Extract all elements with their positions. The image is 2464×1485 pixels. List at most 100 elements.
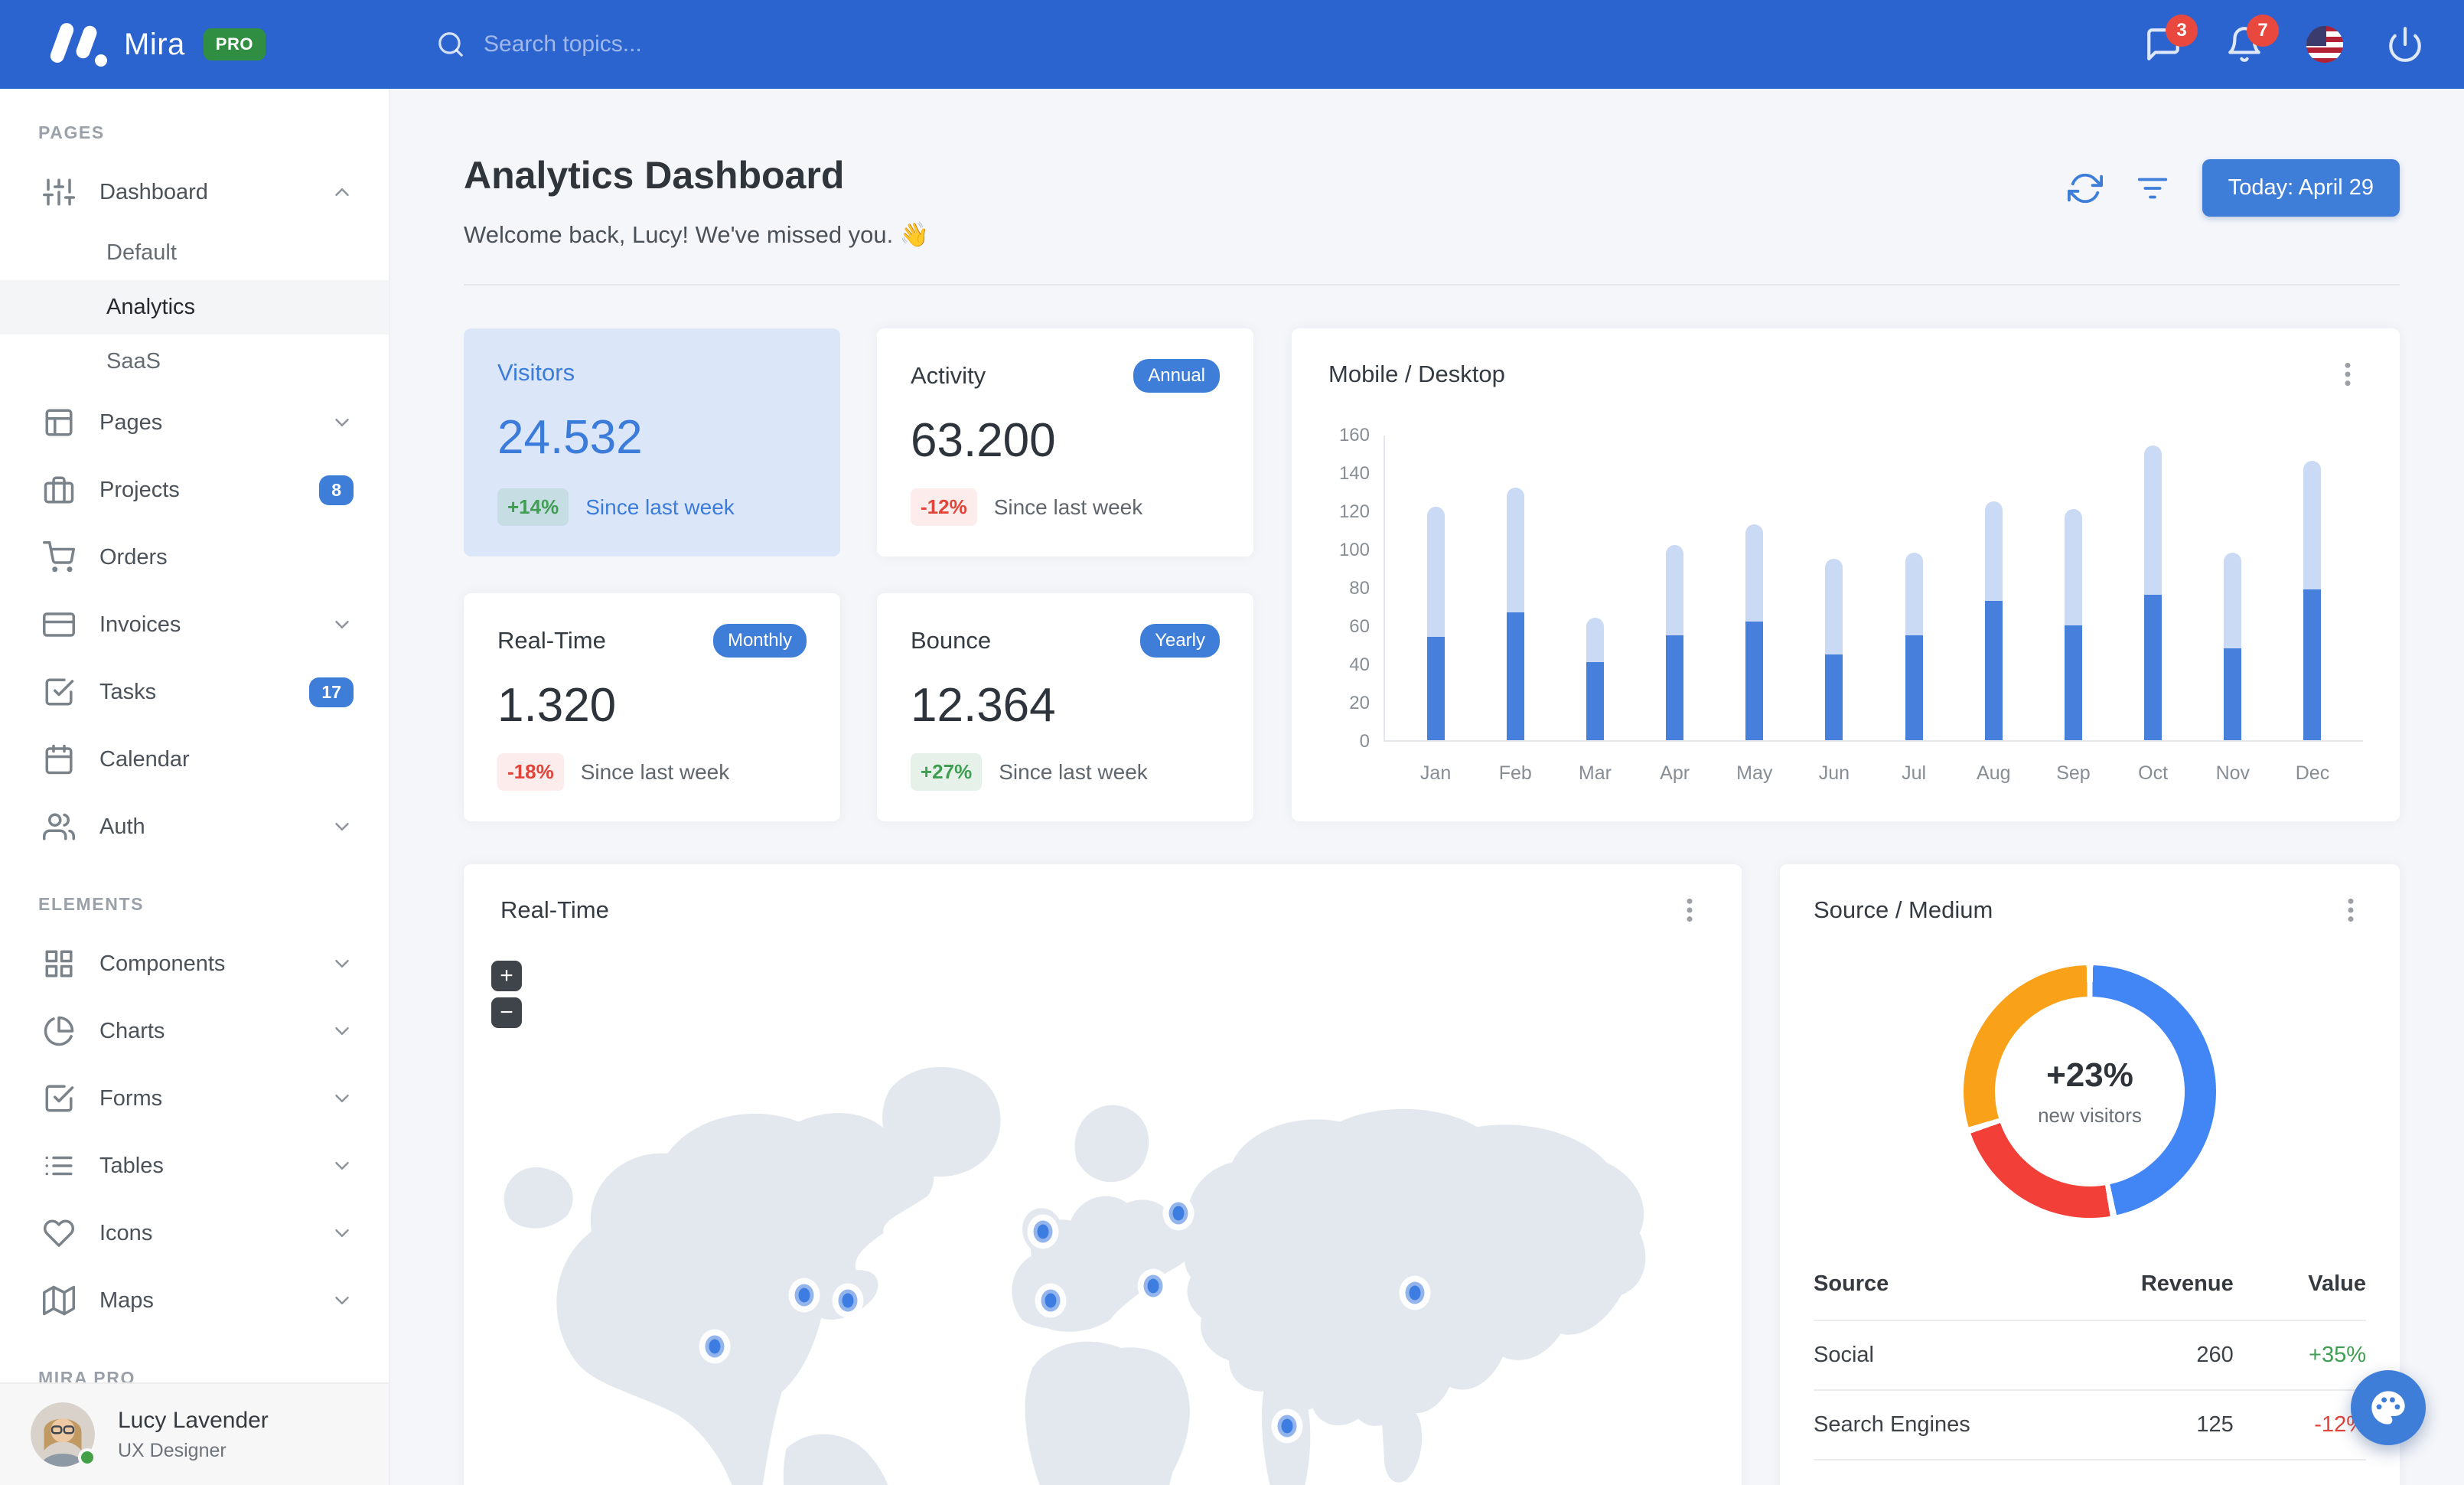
stat-title: Bounce: [911, 627, 992, 654]
marker-us-west[interactable]: [705, 1335, 725, 1358]
sidebar-item-forms[interactable]: Forms: [0, 1065, 389, 1132]
bar-stack: [1426, 507, 1445, 740]
theme-settings-fab[interactable]: [2351, 1370, 2426, 1445]
world-map: + −: [464, 948, 1742, 1485]
sidebar-item-label: Auth: [99, 814, 145, 839]
stat-period-badge[interactable]: Annual: [1133, 359, 1220, 393]
bar-segment-desktop: [1426, 507, 1445, 637]
sidebar-item-auth[interactable]: Auth: [0, 793, 389, 860]
source-menu-button[interactable]: [2335, 895, 2366, 925]
x-axis-label: Dec: [2295, 762, 2330, 784]
sign-out-button[interactable]: [2386, 25, 2424, 64]
marker-russia[interactable]: [1168, 1202, 1188, 1225]
cell-value: +46%: [2233, 1459, 2366, 1485]
messages-button[interactable]: 3: [2144, 15, 2198, 64]
sidebar-subitem-default[interactable]: Default: [0, 226, 389, 280]
stat-value: 12.364: [911, 679, 1056, 732]
sidebar-item-invoices[interactable]: Invoices: [0, 591, 389, 658]
refresh-button[interactable]: [2067, 171, 2103, 208]
donut-center-value: +23%: [2046, 1056, 2133, 1094]
chevron-up-icon: [331, 181, 354, 204]
sidebar-item-tables[interactable]: Tables: [0, 1132, 389, 1199]
more-vertical-icon: [1674, 898, 1705, 928]
y-tick-label: 40: [1349, 654, 1370, 675]
refresh-icon: [2067, 173, 2103, 208]
sidebar-item-label: Charts: [99, 1018, 165, 1043]
table-row: Social 260 +35%: [1814, 1320, 2366, 1390]
x-axis-label: Nov: [2215, 762, 2251, 784]
brand[interactable]: Mira PRO: [0, 21, 390, 68]
chart-menu-button[interactable]: [2332, 359, 2363, 390]
bar-segment-mobile: [1984, 600, 2003, 740]
sliders-icon: [43, 176, 75, 208]
bar-jun: Jun: [1794, 436, 1874, 784]
chevron-down-icon: [331, 1020, 354, 1043]
chevron-down-icon: [331, 1154, 354, 1177]
marker-india[interactable]: [1277, 1415, 1297, 1438]
filter-icon: [2135, 178, 2170, 208]
bar-segment-mobile: [1825, 654, 1843, 740]
header-actions: Today: April 29: [2067, 159, 2400, 217]
sidebar-item-icons[interactable]: Icons: [0, 1199, 389, 1267]
marker-us-central[interactable]: [794, 1284, 814, 1307]
sidebar-user-card[interactable]: Lucy Lavender UX Designer: [0, 1382, 389, 1485]
sidebar-item-tasks[interactable]: Tasks 17: [0, 658, 389, 726]
sidebar-item-pages[interactable]: Pages: [0, 389, 389, 456]
marker-spain[interactable]: [1041, 1289, 1061, 1312]
sidebar-item-label: Calendar: [99, 746, 190, 772]
marker-uk[interactable]: [1033, 1220, 1053, 1243]
x-axis-label: Jan: [1419, 762, 1452, 784]
navbar-actions: 3 7: [2144, 15, 2464, 64]
bar-segment-desktop: [1745, 524, 1764, 622]
shopping-cart-icon: [43, 541, 75, 573]
bar-segment-mobile: [2224, 648, 2242, 740]
sidebar-item-projects[interactable]: Projects 8: [0, 456, 389, 524]
realtime-map-card: Real-Time + −: [464, 864, 1742, 1485]
sidebar-item-components[interactable]: Components: [0, 930, 389, 997]
sidebar-item-dashboard[interactable]: Dashboard: [0, 158, 389, 226]
sidebar-item-label: Invoices: [99, 612, 181, 637]
cell-revenue: 125: [2068, 1389, 2234, 1460]
stat-delta-chip: -12%: [911, 488, 977, 526]
sidebar-item-label: Tasks: [99, 679, 157, 704]
sidebar-item-label: Forms: [99, 1085, 163, 1111]
y-tick-label: 60: [1349, 616, 1370, 637]
marker-china[interactable]: [1405, 1281, 1425, 1304]
y-tick-label: 80: [1349, 578, 1370, 599]
map-menu-button[interactable]: [1674, 895, 1705, 925]
source-medium-card: Source / Medium +23% new visitors Source…: [1780, 864, 2400, 1485]
stat-delta-chip: -18%: [497, 753, 564, 791]
map-zoom-in-button[interactable]: +: [491, 961, 522, 991]
page-title: Analytics Dashboard: [464, 154, 845, 197]
x-axis-label: Sep: [2056, 762, 2091, 784]
date-range-button[interactable]: Today: April 29: [2202, 159, 2400, 217]
sidebar-item-calendar[interactable]: Calendar: [0, 726, 389, 793]
bar-jan: Jan: [1396, 436, 1475, 784]
sidebar-item-maps[interactable]: Maps: [0, 1267, 389, 1334]
navbar-search: [436, 30, 813, 59]
user-name: Lucy Lavender: [118, 1407, 269, 1433]
map-zoom-out-button[interactable]: −: [491, 997, 522, 1028]
sidebar-subitem-saas[interactable]: SaaS: [0, 335, 389, 389]
sidebar-item-label: Projects: [99, 477, 180, 502]
bar-stack: [1745, 524, 1764, 740]
search-input[interactable]: [484, 31, 813, 57]
marker-turkey[interactable]: [1143, 1274, 1163, 1297]
map-icon: [43, 1284, 75, 1317]
filter-button[interactable]: [2135, 171, 2170, 206]
stat-note: Since last week: [999, 759, 1148, 784]
source-table: Source Revenue Value Social 260 +35% Search E…: [1814, 1258, 2366, 1485]
stat-period-badge[interactable]: Monthly: [712, 624, 807, 658]
x-axis-label: Feb: [1498, 762, 1532, 784]
sidebar-subitem-analytics[interactable]: Analytics: [0, 280, 389, 335]
stat-period-badge[interactable]: Yearly: [1140, 624, 1220, 658]
language-flag-button[interactable]: [2306, 26, 2343, 63]
chevron-down-icon: [331, 411, 354, 434]
main-content: Analytics Dashboard Welcome back, Lucy! …: [390, 89, 2464, 1485]
sidebar-item-orders[interactable]: Orders: [0, 524, 389, 591]
sidebar-item-charts[interactable]: Charts: [0, 997, 389, 1065]
palette-icon: [2371, 1391, 2405, 1425]
notifications-button[interactable]: 7: [2225, 15, 2279, 64]
marker-us-east[interactable]: [838, 1289, 858, 1312]
top-row: Visitors 24.532 +14% Since last week Activit…: [464, 328, 2400, 821]
